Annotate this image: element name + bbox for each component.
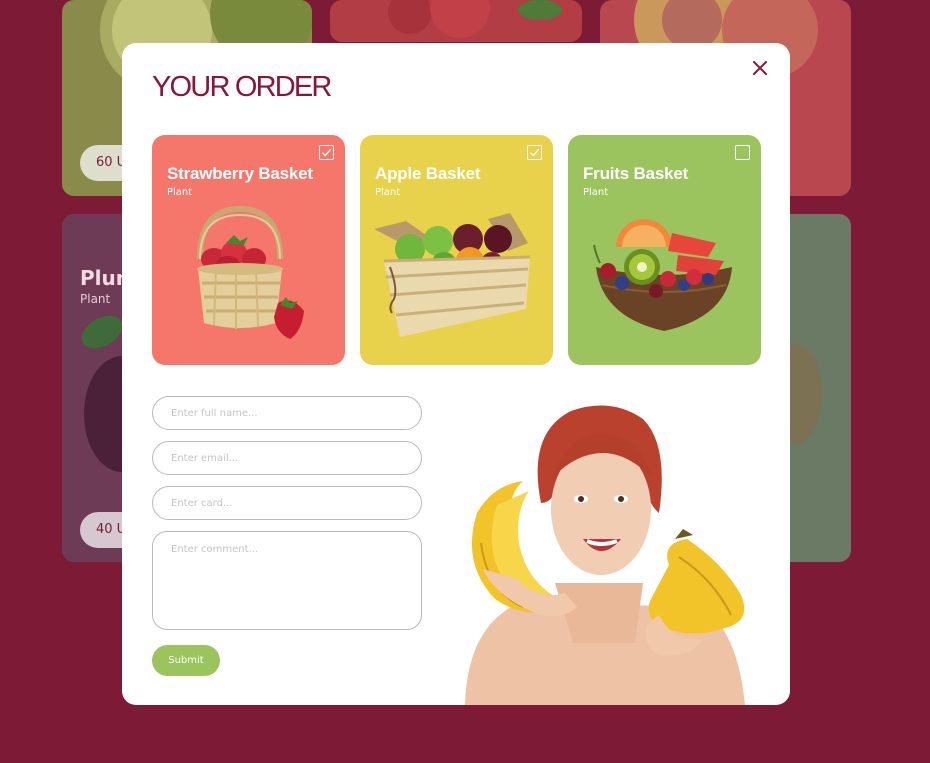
basket-name: Strawberry Basket <box>167 164 313 183</box>
basket-card-strawberry[interactable]: Strawberry Basket Plant <box>152 135 345 365</box>
comment-field[interactable] <box>152 531 422 630</box>
card-field[interactable] <box>152 486 422 520</box>
basket-subtitle: Plant <box>583 187 609 198</box>
fruit-bowl-image <box>593 219 732 331</box>
basket-name: Apple Basket <box>375 164 481 183</box>
woman-with-bananas-image <box>465 405 745 705</box>
background-card-apple <box>330 0 582 42</box>
order-modal: YOUR ORDER Strawberry Basket Plant Apple… <box>122 43 790 705</box>
apple-image <box>388 0 562 38</box>
basket-subtitle: Plant <box>375 187 401 198</box>
basket-card-apple[interactable]: Apple Basket Plant <box>360 135 553 365</box>
check-icon <box>530 148 540 157</box>
full-name-field[interactable] <box>152 396 422 430</box>
apple-crate-image <box>374 213 531 337</box>
strawberry-basket-image <box>197 205 304 339</box>
close-icon[interactable] <box>751 59 769 77</box>
basket-checkbox-apple[interactable] <box>527 145 542 160</box>
basket-card-fruits[interactable]: Fruits Basket Plant <box>568 135 761 365</box>
basket-subtitle: Plant <box>167 187 193 198</box>
basket-checkbox-fruits[interactable] <box>735 145 750 160</box>
email-field[interactable] <box>152 441 422 475</box>
submit-button[interactable]: Submit <box>152 645 220 676</box>
basket-checkbox-strawberry[interactable] <box>319 145 334 160</box>
check-icon <box>322 148 332 157</box>
modal-title: YOUR ORDER <box>152 71 332 103</box>
basket-name: Fruits Basket <box>583 164 689 183</box>
